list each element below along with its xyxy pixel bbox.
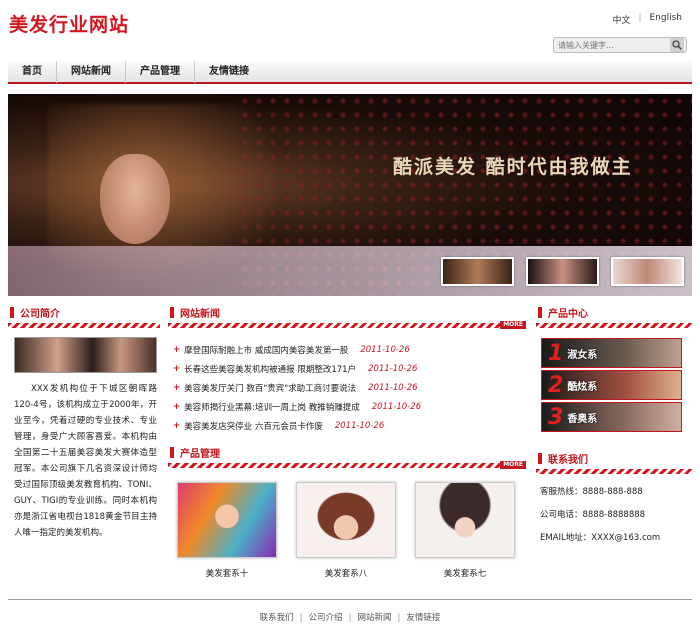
footer-link-about[interactable]: 公司介绍: [309, 613, 343, 623]
category-name: 香奥系: [567, 413, 598, 425]
plus-icon: +: [173, 420, 181, 431]
section-marker: [538, 452, 542, 464]
product-image[interactable]: [177, 482, 277, 558]
about-image: [14, 337, 157, 373]
news-item-title[interactable]: 美容美发厅关门 数百"贵宾"求助工商讨要说法: [184, 382, 356, 394]
nav-home[interactable]: 首页: [8, 61, 56, 83]
product-image[interactable]: [296, 482, 396, 558]
product-card[interactable]: 美发套系八: [296, 482, 396, 579]
language-switcher: 中文 | English: [612, 13, 682, 26]
about-section-title: 公司简介: [10, 305, 60, 320]
search-icon: [672, 40, 682, 50]
search-button[interactable]: [670, 38, 684, 52]
section-marker: [538, 306, 542, 318]
section-marker: [170, 446, 174, 458]
plus-icon: +: [173, 401, 181, 412]
category-link-2[interactable]: 2 酷炫系: [541, 370, 682, 400]
about-title-label: 公司简介: [20, 308, 60, 320]
news-item[interactable]: + 摩登国际耐融上市 威成国内美容美发第一股 2011-10-26: [173, 340, 518, 359]
contact-email: EMAIL地址：XXXX@163.com: [540, 533, 661, 543]
lang-separator: |: [638, 13, 642, 23]
banner-model-face: [100, 154, 170, 244]
category-link-3[interactable]: 3 香奥系: [541, 402, 682, 432]
category-number: 2: [548, 372, 564, 398]
footer-link-news[interactable]: 网站新闻: [357, 613, 391, 623]
news-item-date: 2011-10-26: [371, 401, 422, 412]
product-caption[interactable]: 美发套系十: [177, 567, 277, 579]
category-name: 酷炫系: [567, 381, 598, 393]
footer-link-links[interactable]: 友情链接: [406, 613, 440, 623]
products-more-link[interactable]: MORE: [500, 461, 526, 469]
footer-divider: [8, 599, 692, 600]
site-logo[interactable]: 美发行业网站: [9, 10, 129, 37]
product-card[interactable]: 美发套系十: [177, 482, 277, 579]
news-item-title[interactable]: 美容美发店突停业 六百元会员卡作废: [184, 420, 323, 432]
banner-thumbnail-2[interactable]: [526, 257, 599, 286]
product-center-title: 产品中心: [538, 305, 588, 320]
news-more-link[interactable]: MORE: [500, 321, 526, 329]
category-name: 淑女系: [567, 349, 598, 361]
news-item[interactable]: + 美容师揭行业黑幕:培训一周上岗 教推销赚提成 2011-10-26: [173, 397, 518, 416]
product-image[interactable]: [415, 482, 515, 558]
contact-section-title: 联系我们: [538, 451, 588, 466]
lang-chinese-link[interactable]: 中文: [612, 13, 630, 26]
products-divider: MORE: [168, 461, 526, 469]
products-section-title: 产品管理: [170, 445, 220, 460]
product-card[interactable]: 美发套系七: [415, 482, 515, 579]
hero-banner: 酷派美发 酷时代由我做主: [8, 94, 692, 296]
news-item-title[interactable]: 长春这些美容美发机构被通报 限期整改171户: [184, 363, 356, 375]
plus-icon: +: [173, 344, 181, 355]
product-caption[interactable]: 美发套系七: [415, 567, 515, 579]
products-title-label: 产品管理: [180, 448, 220, 460]
product-center-label: 产品中心: [548, 308, 588, 320]
search-box: [553, 37, 687, 53]
section-marker: [170, 306, 174, 318]
main-nav: 首页 网站新闻 产品管理 友情链接: [8, 61, 692, 84]
news-list: + 摩登国际耐融上市 威成国内美容美发第一股 2011-10-26 + 长春这些美容美…: [173, 340, 518, 435]
news-section-title: 网站新闻: [170, 305, 220, 320]
news-title-label: 网站新闻: [180, 308, 220, 320]
contact-divider: [536, 469, 692, 474]
product-center-divider: [536, 323, 692, 328]
news-item-date: 2011-10-26: [368, 363, 418, 374]
banner-slogan: 酷派美发 酷时代由我做主: [393, 156, 633, 178]
footer-link-contact[interactable]: 联系我们: [260, 613, 294, 623]
banner-thumbnail-3[interactable]: [611, 257, 684, 286]
footer-nav: 联系我们 | 公司介绍 | 网站新闻 | 友情链接: [0, 611, 700, 623]
contact-hotline: 客服热线：8888-888-888: [540, 487, 643, 497]
footer-separator: |: [299, 613, 303, 623]
category-link-1[interactable]: 1 淑女系: [541, 338, 682, 368]
plus-icon: +: [173, 382, 181, 393]
category-number: 1: [548, 340, 564, 366]
news-item[interactable]: + 美容美发厅关门 数百"贵宾"求助工商讨要说法 2011-10-26: [173, 378, 518, 397]
contact-phone: 公司电话：8888-8888888: [540, 510, 646, 520]
product-caption[interactable]: 美发套系八: [296, 567, 396, 579]
nav-links[interactable]: 友情链接: [194, 61, 263, 83]
news-item-date: 2011-10-26: [360, 344, 410, 355]
plus-icon: +: [173, 363, 181, 374]
banner-thumbnail-1[interactable]: [441, 257, 514, 286]
news-item-title[interactable]: 美容师揭行业黑幕:培训一周上岗 教推销赚提成: [184, 401, 360, 413]
contact-title-label: 联系我们: [548, 454, 588, 466]
news-item[interactable]: + 美容美发店突停业 六百元会员卡作废 2011-10-26: [173, 416, 518, 435]
footer-separator: |: [348, 613, 352, 623]
about-divider: [8, 323, 160, 328]
news-item[interactable]: + 长春这些美容美发机构被通报 限期整改171户 2011-10-26: [173, 359, 518, 378]
news-divider: MORE: [168, 321, 526, 329]
search-input[interactable]: [554, 38, 666, 52]
news-item-date: 2011-10-26: [334, 420, 385, 431]
category-number: 3: [548, 404, 564, 430]
footer-separator: |: [397, 613, 401, 623]
nav-products[interactable]: 产品管理: [125, 61, 194, 83]
about-text: XXX发机构位于下城区朝晖路120-4号，该机构成立于2000年，开业至今，凭着…: [14, 384, 157, 538]
nav-news[interactable]: 网站新闻: [56, 61, 125, 83]
lang-english-link[interactable]: English: [650, 13, 683, 26]
news-item-title[interactable]: 摩登国际耐融上市 威成国内美容美发第一股: [184, 344, 348, 356]
news-item-date: 2011-10-26: [368, 382, 418, 393]
section-marker: [10, 306, 14, 318]
